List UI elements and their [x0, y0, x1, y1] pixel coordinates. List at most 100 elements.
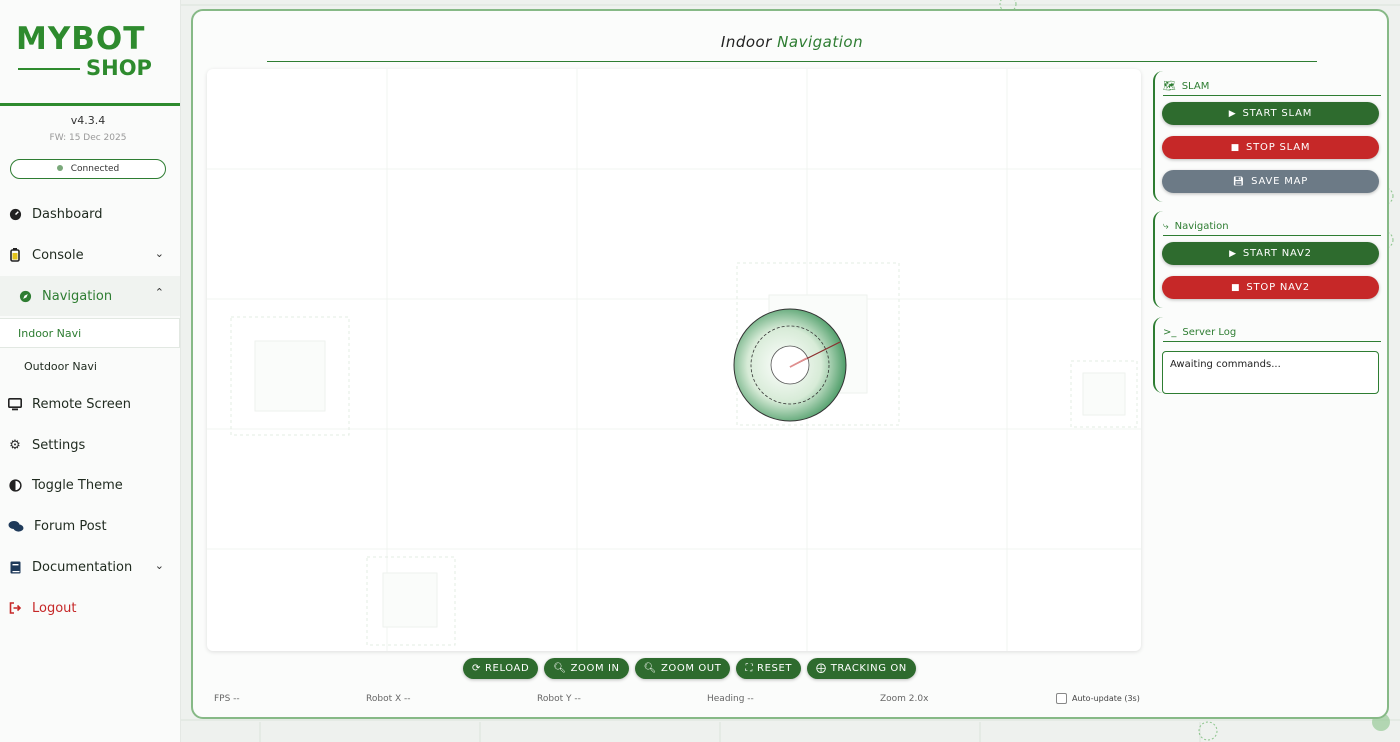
- sign-out-icon: [8, 601, 22, 615]
- indoor-navigation-card: Indoor Navigation ⟳ RELOAD 🔍︎ ZOOM IN 🔍︎…: [191, 9, 1389, 719]
- server-log-text: Awaiting commands...: [1170, 359, 1281, 370]
- chevron-up-icon: ⌃: [154, 286, 164, 299]
- zoom-in-button[interactable]: 🔍︎ ZOOM IN: [544, 658, 629, 679]
- start-nav2-label: START NAV2: [1242, 248, 1312, 259]
- connection-status-text: Connected: [70, 164, 120, 174]
- map-controls: ⟳ RELOAD 🔍︎ ZOOM IN 🔍︎ ZOOM OUT ⛶ RESET …: [463, 658, 916, 680]
- expand-icon: ⛶: [745, 663, 754, 674]
- start-nav2-button[interactable]: ▶ START NAV2: [1162, 242, 1379, 265]
- sidebar-subitem-indoor-navi[interactable]: Indoor Navi: [0, 318, 180, 348]
- slam-panel: 🗺︎ SLAM ▶ START SLAM ■ STOP SLAM 💾︎ SAVE…: [1153, 71, 1381, 202]
- gear-icon: ⚙: [9, 437, 21, 453]
- search-plus-icon: 🔍︎: [553, 663, 567, 674]
- sidebar-item-label: Logout: [32, 600, 77, 616]
- navigation-panel-title: ⤷ Navigation: [1163, 217, 1381, 236]
- map-grid: [207, 69, 1141, 651]
- stop-slam-button[interactable]: ■ STOP SLAM: [1162, 136, 1379, 159]
- sidebar-item-forum-post[interactable]: Forum Post: [0, 506, 180, 546]
- battery-icon: [8, 248, 22, 262]
- sidebar-item-label: Navigation: [42, 288, 113, 304]
- sidebar-item-console[interactable]: Console ⌄: [0, 235, 180, 275]
- navigation-title-text: Navigation: [1174, 220, 1229, 232]
- tracking-button-label: TRACKING ON: [830, 663, 907, 674]
- logo-wordmark-top: MYBOT: [16, 21, 146, 57]
- navigation-panel: ⤷ Navigation ▶ START NAV2 ■ STOP NAV2: [1153, 211, 1381, 308]
- page-title-prefix: Indoor: [720, 33, 772, 51]
- save-map-label: SAVE MAP: [1251, 176, 1309, 187]
- sidebar-item-label: Settings: [32, 437, 86, 453]
- reload-button[interactable]: ⟳ RELOAD: [463, 658, 539, 679]
- version-label: v4.3.4: [70, 114, 106, 127]
- robot-y-readout: Robot Y --: [537, 694, 581, 704]
- save-icon: 💾︎: [1232, 176, 1246, 187]
- stop-slam-label: STOP SLAM: [1245, 142, 1311, 153]
- sidebar-item-label: Remote Screen: [32, 396, 131, 412]
- reset-button-label: RESET: [757, 663, 793, 674]
- start-slam-button[interactable]: ▶ START SLAM: [1162, 102, 1379, 125]
- server-log-title-text: Server Log: [1182, 326, 1237, 338]
- auto-update-label: Auto-update (3s): [1072, 694, 1140, 703]
- crosshair-icon: ⨁: [816, 663, 827, 674]
- refresh-icon: ⟳: [472, 663, 481, 674]
- tracking-toggle-button[interactable]: ⨁ TRACKING ON: [807, 658, 916, 679]
- sidebar-item-settings[interactable]: ⚙ Settings: [0, 425, 180, 465]
- sidebar-item-dashboard[interactable]: Dashboard: [0, 194, 180, 234]
- search-minus-icon: 🔍︎: [643, 663, 657, 674]
- save-map-button[interactable]: 💾︎ SAVE MAP: [1162, 170, 1379, 193]
- sidebar-divider: [0, 103, 180, 106]
- chevron-down-icon: ⌄: [154, 559, 164, 572]
- server-log-title: >_ Server Log: [1163, 323, 1381, 342]
- reload-button-label: RELOAD: [484, 663, 530, 674]
- reset-button[interactable]: ⛶ RESET: [736, 658, 802, 679]
- title-divider: [267, 61, 1317, 62]
- robot-radar: [733, 308, 847, 422]
- robot-x-readout: Robot X --: [366, 694, 411, 704]
- logo[interactable]: MYBOT SHOP: [16, 22, 156, 84]
- play-icon: ▶: [1228, 108, 1237, 119]
- stop-icon: ■: [1231, 282, 1241, 293]
- sidebar: MYBOT SHOP v4.3.4 FW: 15 Dec 2025 Connec…: [0, 0, 181, 742]
- map-icon: 🗺︎: [1163, 80, 1176, 92]
- comments-icon: [8, 519, 24, 533]
- terminal-icon: >_: [1163, 326, 1177, 338]
- route-icon: ⤷: [1163, 220, 1169, 232]
- auto-update-checkbox[interactable]: [1056, 693, 1067, 704]
- zoom-out-button[interactable]: 🔍︎ ZOOM OUT: [634, 658, 731, 679]
- slam-panel-title: 🗺︎ SLAM: [1163, 77, 1381, 96]
- sidebar-item-label: Forum Post: [34, 518, 107, 534]
- map-canvas[interactable]: [207, 69, 1141, 651]
- stop-nav2-button[interactable]: ■ STOP NAV2: [1162, 276, 1379, 299]
- sidebar-item-navigation[interactable]: Navigation ⌃: [0, 276, 180, 316]
- sidebar-item-remote-screen[interactable]: Remote Screen: [0, 384, 180, 424]
- start-slam-label: START SLAM: [1242, 108, 1313, 119]
- zoom-out-button-label: ZOOM OUT: [660, 663, 722, 674]
- zoom-readout: Zoom 2.0x: [880, 694, 929, 704]
- compass-icon: [18, 289, 32, 303]
- sidebar-subitem-outdoor-navi[interactable]: Outdoor Navi: [0, 351, 180, 381]
- firmware-label: FW: 15 Dec 2025: [49, 133, 127, 143]
- auto-update-toggle[interactable]: Auto-update (3s): [1056, 693, 1140, 704]
- sidebar-subitem-label: Outdoor Navi: [24, 359, 97, 373]
- chevron-down-icon: ⌄: [154, 247, 164, 260]
- fps-readout: FPS --: [214, 694, 240, 704]
- sidebar-item-label: Dashboard: [32, 206, 103, 222]
- zoom-in-button-label: ZOOM IN: [570, 663, 620, 674]
- play-icon: ▶: [1229, 248, 1237, 259]
- book-icon: [8, 560, 22, 574]
- tachometer-icon: [8, 207, 22, 221]
- logo-wordmark-bottom: SHOP: [86, 56, 152, 80]
- monitor-icon: [8, 397, 22, 411]
- stop-icon: ■: [1230, 142, 1240, 153]
- connection-status-badge: Connected: [10, 159, 166, 179]
- logo-underline: [18, 68, 80, 70]
- status-dot-icon: [56, 164, 63, 171]
- server-log-output: Awaiting commands...: [1162, 351, 1379, 394]
- slam-title-text: SLAM: [1181, 80, 1210, 92]
- page-title: Indoor Navigation: [193, 33, 1391, 51]
- sidebar-item-toggle-theme[interactable]: Toggle Theme: [0, 465, 180, 505]
- sidebar-item-label: Toggle Theme: [32, 477, 123, 493]
- sidebar-item-documentation[interactable]: Documentation ⌄: [0, 547, 180, 587]
- sidebar-item-label: Documentation: [32, 559, 133, 575]
- heading-readout: Heading --: [707, 694, 754, 704]
- sidebar-item-logout[interactable]: Logout: [0, 588, 180, 628]
